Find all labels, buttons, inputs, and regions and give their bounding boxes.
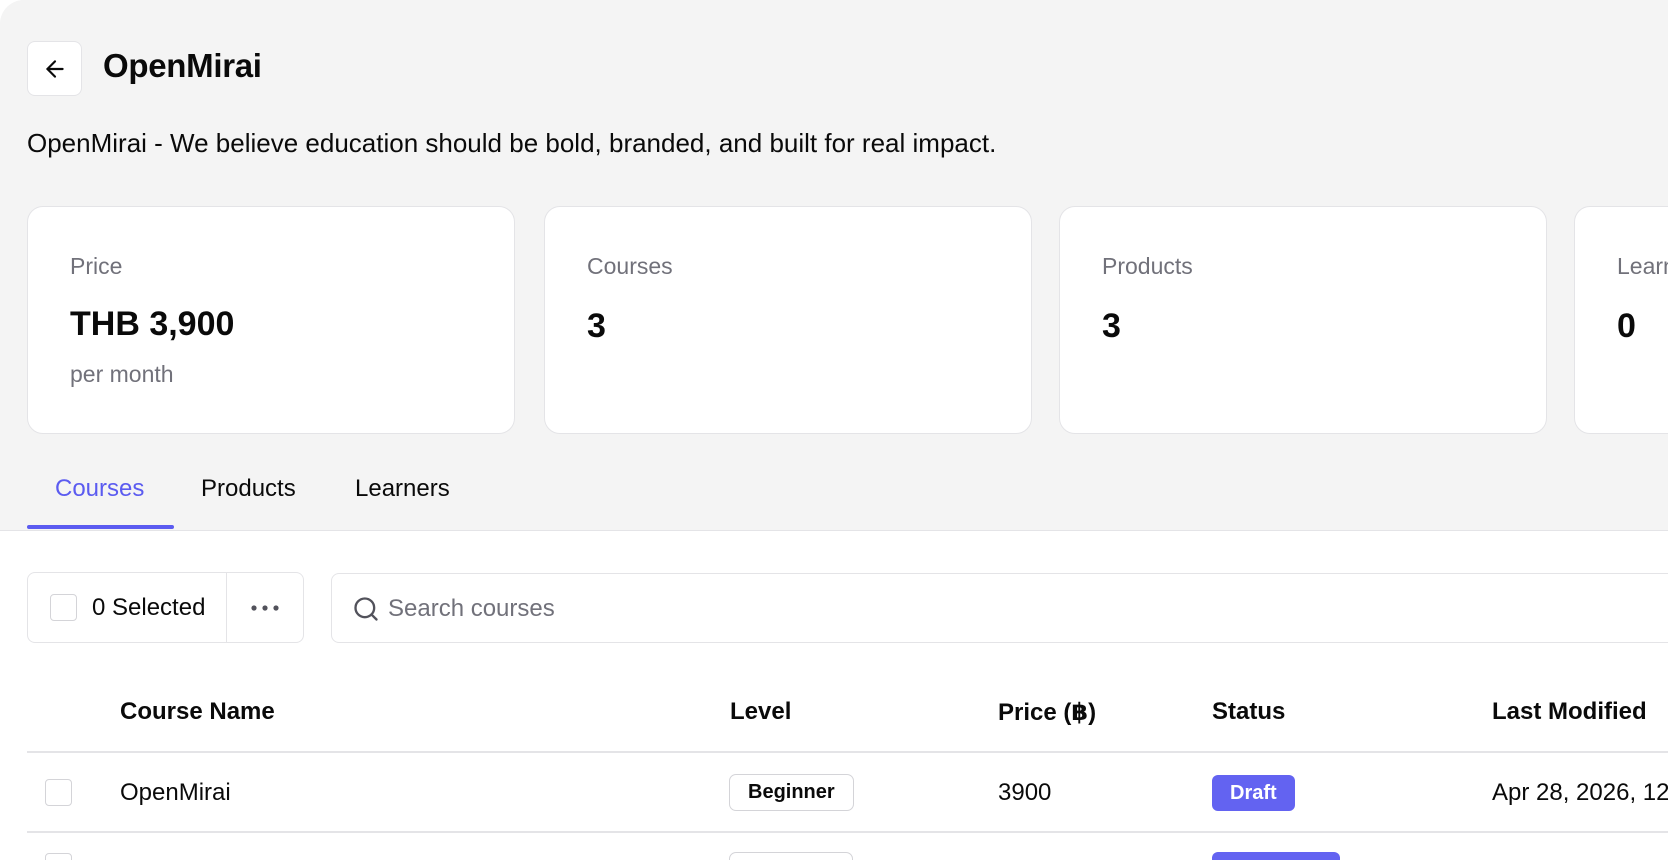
stat-card-products: Products 3 — [1059, 206, 1547, 434]
stat-label: Price — [70, 253, 123, 279]
more-horizontal-icon — [251, 604, 279, 611]
column-header-course-name[interactable]: Course Name — [120, 698, 275, 726]
stat-card-price: Price THB 3,900 per month — [27, 206, 515, 434]
row-checkbox[interactable] — [45, 779, 72, 806]
column-header-price[interactable]: Price (฿) — [998, 698, 1096, 727]
row-checkbox[interactable] — [45, 853, 72, 860]
tab-courses[interactable]: Courses — [55, 475, 144, 503]
price-cell: 3900 — [998, 779, 1052, 806]
level-badge: Beginner — [729, 774, 854, 811]
course-name-cell[interactable]: OpenMirai — [120, 779, 231, 807]
select-all-checkbox[interactable] — [50, 594, 77, 621]
table-row-divider — [27, 831, 1668, 833]
page-title: OpenMirai — [103, 47, 262, 84]
stat-value: 3 — [587, 307, 606, 345]
table-header-divider — [27, 751, 1668, 753]
column-header-level[interactable]: Level — [730, 698, 791, 726]
tab-products[interactable]: Products — [201, 475, 296, 503]
column-header-last-modified[interactable]: Last Modified — [1492, 698, 1647, 726]
stat-label: Courses — [587, 253, 673, 279]
bulk-actions-button[interactable] — [227, 573, 303, 642]
search-icon — [354, 597, 378, 621]
back-button[interactable] — [27, 41, 82, 96]
app-frame: OpenMirai OpenMirai - We believe educati… — [0, 0, 1668, 860]
column-header-status[interactable]: Status — [1212, 698, 1285, 726]
level-badge — [729, 852, 853, 860]
header-region: OpenMirai OpenMirai - We believe educati… — [0, 0, 1668, 530]
search-box — [331, 573, 1668, 643]
stat-value: THB 3,900 — [70, 305, 235, 343]
last-modified-cell: Apr 28, 2026, 12: — [1492, 779, 1668, 806]
status-badge: Draft — [1212, 775, 1295, 811]
bulk-select-group: 0 Selected — [27, 572, 304, 643]
search-input[interactable] — [388, 584, 1588, 634]
active-tab-indicator — [27, 525, 174, 529]
stat-value: 3 — [1102, 307, 1121, 345]
stat-card-courses: Courses 3 — [544, 206, 1032, 434]
arrow-left-icon — [45, 59, 64, 78]
stat-card-learners: Learners 0 — [1574, 206, 1668, 434]
stat-sub: per month — [70, 361, 174, 387]
status-badge — [1212, 852, 1340, 860]
selected-count: 0 Selected — [92, 594, 206, 621]
page-description: OpenMirai - We believe education should … — [27, 128, 997, 158]
tab-learners[interactable]: Learners — [355, 475, 450, 503]
select-all-control[interactable]: 0 Selected — [28, 573, 227, 642]
stat-label: Products — [1102, 253, 1193, 279]
stat-value: 0 — [1617, 307, 1636, 345]
stat-label: Learners — [1617, 253, 1668, 279]
